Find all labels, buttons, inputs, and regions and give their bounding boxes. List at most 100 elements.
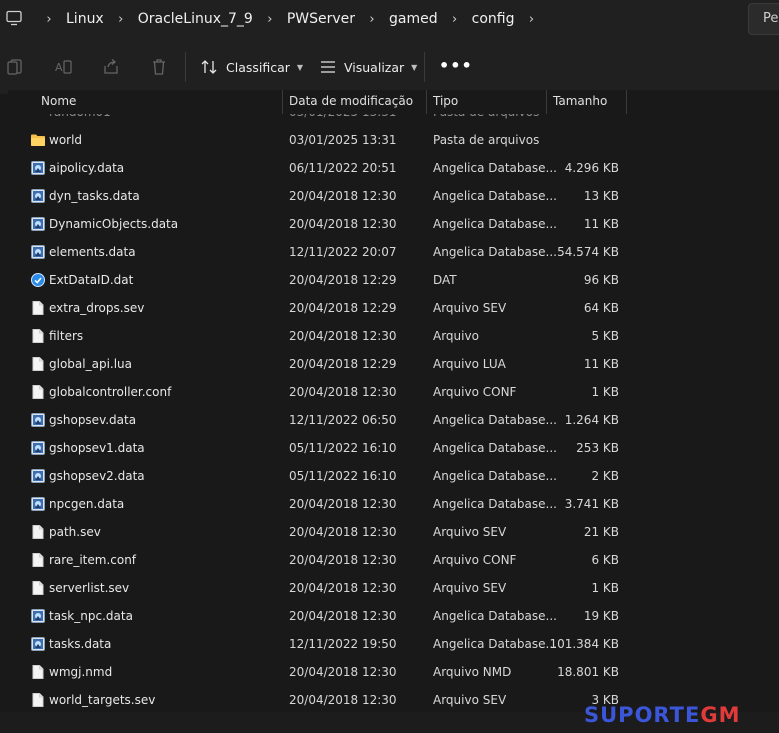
command-bar: A Classificar ▼ Visualizar ▼ ••• bbox=[0, 38, 779, 94]
file-date: 20/04/2018 12:30 bbox=[289, 693, 397, 707]
file-name: wmgj.nmd bbox=[49, 665, 113, 679]
toolbar-divider bbox=[185, 52, 186, 82]
file-type: Arquivo SEV bbox=[433, 581, 507, 595]
file-row[interactable]: globalcontroller.conf 20/04/2018 12:30 Arq… bbox=[8, 378, 779, 406]
file-row[interactable]: extra_drops.sev 20/04/2018 12:29 Arquivo S… bbox=[8, 294, 779, 322]
chevron-right-icon[interactable]: › bbox=[36, 12, 62, 27]
file-type: Angelica Database... bbox=[433, 497, 557, 511]
file-row[interactable]: gshopsev.data 12/11/2022 06:50 Angelica Da… bbox=[8, 406, 779, 434]
file-row[interactable]: elements.data 12/11/2022 20:07 Angelica Da… bbox=[8, 238, 779, 266]
file-type: Angelica Database... bbox=[433, 609, 557, 623]
file-type: Arquivo bbox=[433, 329, 479, 343]
file-row[interactable]: gshopsev1.data 05/11/2022 16:10 Angelica D… bbox=[8, 434, 779, 462]
file-row[interactable]: DynamicObjects.data 20/04/2018 12:30 Angel… bbox=[8, 210, 779, 238]
file-row[interactable]: serverlist.sev 20/04/2018 12:30 Arquivo SE… bbox=[8, 574, 779, 602]
delete-icon[interactable] bbox=[150, 58, 168, 76]
file-size: 54.574 KB bbox=[557, 245, 619, 259]
file-name: aipolicy.data bbox=[49, 161, 125, 175]
file-row[interactable]: rare_item.conf 20/04/2018 12:30 Arquivo CO… bbox=[8, 546, 779, 574]
column-header-type[interactable]: Tipo bbox=[433, 94, 458, 114]
file-size: 13 KB bbox=[583, 189, 619, 203]
breadcrumb-label[interactable]: gamed bbox=[385, 11, 442, 27]
file-date: 20/04/2018 12:30 bbox=[289, 385, 397, 399]
column-divider[interactable] bbox=[282, 90, 283, 114]
file-row[interactable]: ExtDataID.dat 20/04/2018 12:29 DAT 96 KB bbox=[8, 266, 779, 294]
file-name: DynamicObjects.data bbox=[49, 217, 179, 231]
breadcrumb-label[interactable]: OracleLinux_7_9 bbox=[134, 11, 257, 27]
dat-file-icon bbox=[30, 272, 46, 288]
file-row[interactable]: gshopsev2.data 05/11/2022 16:10 Angelica D… bbox=[8, 462, 779, 490]
share-icon[interactable] bbox=[102, 58, 120, 76]
file-name: extra_drops.sev bbox=[49, 301, 145, 315]
column-divider[interactable] bbox=[546, 90, 547, 114]
chevron-right-icon[interactable]: › bbox=[257, 12, 283, 27]
file-row[interactable]: global_api.lua 20/04/2018 12:29 Arquivo LU… bbox=[8, 350, 779, 378]
watermark-part2: GM bbox=[700, 703, 741, 727]
file-type: DAT bbox=[433, 273, 457, 287]
column-header-date[interactable]: Data de modificação bbox=[289, 94, 413, 114]
column-header-size[interactable]: Tamanho bbox=[553, 94, 607, 114]
file-type: Pasta de arquivos bbox=[433, 133, 540, 147]
file-date: 12/11/2022 06:50 bbox=[289, 413, 397, 427]
copy-icon[interactable] bbox=[6, 58, 24, 76]
breadcrumb-label[interactable]: PWServer bbox=[283, 11, 359, 27]
file-date: 06/11/2022 20:51 bbox=[289, 161, 397, 175]
file-name: global_api.lua bbox=[49, 357, 133, 371]
view-button[interactable]: Visualizar ▼ bbox=[320, 56, 417, 78]
data-file-icon bbox=[30, 608, 46, 624]
chevron-right-icon[interactable]: › bbox=[359, 12, 385, 27]
file-size: 1.264 KB bbox=[564, 413, 619, 427]
file-size: 2 KB bbox=[591, 469, 619, 483]
file-date: 20/04/2018 12:30 bbox=[289, 189, 397, 203]
file-name: gshopsev2.data bbox=[49, 469, 145, 483]
file-row[interactable]: task_npc.data 20/04/2018 12:30 Angelica Da… bbox=[8, 602, 779, 630]
file-type: Angelica Database... bbox=[433, 189, 557, 203]
generic-file-icon bbox=[30, 524, 46, 540]
chevron-right-icon[interactable]: › bbox=[442, 12, 468, 27]
breadcrumb-label[interactable]: Linux bbox=[62, 11, 108, 27]
file-row[interactable]: dyn_tasks.data 20/04/2018 12:30 Angelica D… bbox=[8, 182, 779, 210]
file-row[interactable]: filters 20/04/2018 12:30 Arquivo 5 KB bbox=[8, 322, 779, 350]
file-type: Arquivo NMD bbox=[433, 665, 512, 679]
file-row[interactable]: npcgen.data 20/04/2018 12:30 Angelica Data… bbox=[8, 490, 779, 518]
this-pc-icon[interactable] bbox=[6, 10, 22, 26]
file-date: 20/04/2018 12:30 bbox=[289, 217, 397, 231]
data-file-icon bbox=[30, 160, 46, 176]
file-name: rare_item.conf bbox=[49, 553, 137, 567]
file-row[interactable]: world 03/01/2025 13:31 Pasta de arquivos bbox=[8, 126, 779, 154]
toolbar-divider bbox=[424, 52, 425, 82]
file-date: 20/04/2018 12:30 bbox=[289, 665, 397, 679]
sort-button[interactable]: Classificar ▼ bbox=[201, 56, 303, 78]
file-type: Arquivo CONF bbox=[433, 385, 517, 399]
svg-text:A: A bbox=[55, 61, 63, 74]
file-row[interactable]: tasks.data 12/11/2022 19:50 Angelica Datab… bbox=[8, 630, 779, 658]
chevron-right-icon[interactable]: › bbox=[108, 12, 134, 27]
file-size: 1 KB bbox=[591, 385, 619, 399]
chevron-right-icon[interactable]: › bbox=[518, 12, 544, 27]
file-size: 253 KB bbox=[576, 441, 619, 455]
rename-icon[interactable]: A bbox=[54, 58, 72, 76]
breadcrumb-label[interactable]: config bbox=[468, 11, 519, 27]
search-box[interactable]: Pes bbox=[748, 3, 779, 35]
file-type: Angelica Database... bbox=[433, 161, 557, 175]
data-file-icon bbox=[30, 636, 46, 652]
file-row[interactable]: wmgj.nmd 20/04/2018 12:30 Arquivo NMD 18.80… bbox=[8, 658, 779, 686]
generic-file-icon bbox=[30, 580, 46, 596]
file-date: 20/04/2018 12:30 bbox=[289, 581, 397, 595]
generic-file-icon bbox=[30, 300, 46, 316]
file-type: Angelica Database... bbox=[433, 441, 557, 455]
file-date: 20/04/2018 12:30 bbox=[289, 497, 397, 511]
file-type: Arquivo CONF bbox=[433, 553, 517, 567]
more-options-icon[interactable]: ••• bbox=[439, 56, 473, 75]
sort-label: Classificar bbox=[226, 59, 290, 75]
file-date: 05/11/2022 16:10 bbox=[289, 441, 397, 455]
file-row[interactable]: aipolicy.data 06/11/2022 20:51 Angelica Da… bbox=[8, 154, 779, 182]
column-header-name[interactable]: Nome bbox=[41, 94, 76, 114]
file-size: 5 KB bbox=[591, 329, 619, 343]
file-size: 18.801 KB bbox=[557, 665, 619, 679]
file-date: 12/11/2022 19:50 bbox=[289, 637, 397, 651]
column-divider[interactable] bbox=[626, 90, 627, 114]
file-size: 3.741 KB bbox=[564, 497, 619, 511]
file-row[interactable]: path.sev 20/04/2018 12:30 Arquivo SEV 21 KB bbox=[8, 518, 779, 546]
column-divider[interactable] bbox=[426, 90, 427, 114]
